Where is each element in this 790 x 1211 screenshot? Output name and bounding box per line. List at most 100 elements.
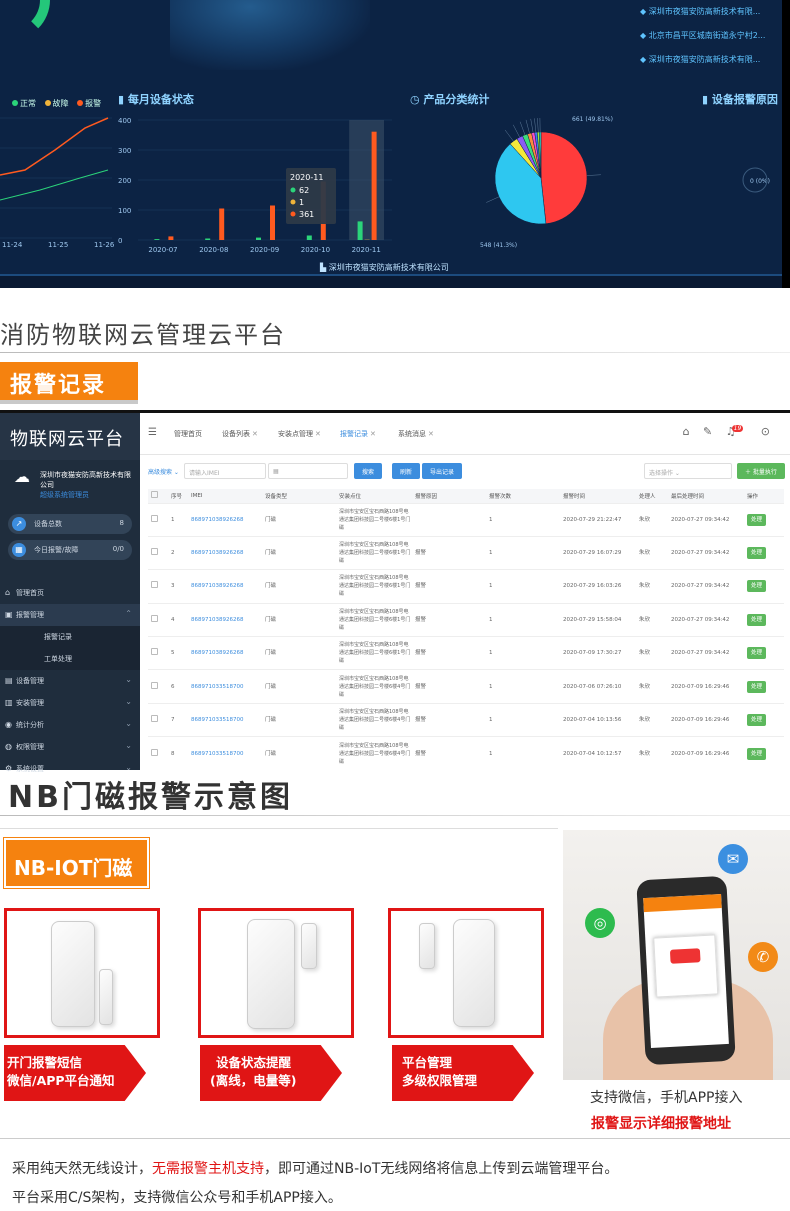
pie-label: 548 (41.3%)	[480, 242, 517, 249]
cell-type: 门磁	[262, 569, 336, 604]
cell-last: 2020-07-27 09:34:42	[668, 569, 744, 604]
cell-handler: 朱欣	[636, 636, 668, 670]
tab-device-list[interactable]: 设备列表 ✕	[222, 429, 258, 439]
handle-button[interactable]: 处理	[747, 714, 767, 727]
handle-button[interactable]: 处理	[747, 747, 767, 760]
sidebar-item[interactable]: ◍ 权限管理 ⌄	[0, 736, 140, 758]
tooltip-value: 1	[299, 198, 304, 207]
sidebar-item[interactable]: ⌂ 管理首页	[0, 582, 140, 604]
handle-button[interactable]: 处理	[747, 580, 767, 593]
select-all-checkbox[interactable]	[151, 491, 158, 499]
cell-last: 2020-07-09 16:29:46	[668, 702, 744, 737]
sidebar-menu: ⌂ 管理首页 ▣ 报警管理 ⌃ 报警记录 工单处理 ▤ 设备管理 ⌄ ▥ 安装管理 ⌄ ◉ 统计分析 ⌄ ◍ 权限…	[0, 582, 140, 780]
table-row[interactable]: 6 868971033518700 门磁 深圳市宝安区宝石西路108号电通达集团科技园…	[148, 669, 784, 704]
row-checkbox[interactable]	[151, 548, 158, 556]
bell-icon[interactable]: ♫19	[726, 425, 748, 438]
handle-button[interactable]: 处理	[747, 613, 767, 626]
imei-input[interactable]: 请输入IMEI	[184, 463, 266, 479]
feature-arrow-3: 平台管理 多级权限管理	[392, 1045, 534, 1101]
bar	[306, 235, 312, 240]
cell-imei[interactable]: 868971038926268	[188, 569, 262, 604]
cell-time: 2020-07-29 16:07:29	[560, 535, 636, 570]
sidebar-item[interactable]: ▣ 报警管理 ⌃	[0, 604, 140, 626]
table-row[interactable]: 2 868971038926268 门磁 深圳市宝安区宝石西路108号电通达集团科技园…	[148, 535, 784, 570]
batch-select[interactable]: 选择操作 ⌄	[644, 463, 732, 479]
table-row[interactable]: 1 868971038926268 门磁 深圳市宝安区宝石西路108号电通达集团科技园…	[148, 502, 784, 537]
stat-device-total: ↗ 设备总数 8	[8, 514, 132, 534]
divider	[0, 352, 790, 353]
sidebar-item[interactable]: ▥ 安装管理 ⌄	[0, 692, 140, 714]
row-checkbox[interactable]	[151, 648, 158, 656]
table-row[interactable]: 4 868971038926268 门磁 深圳市宝安区宝石西路108号电通达集团科技园…	[148, 602, 784, 637]
close-icon: ✕	[252, 430, 258, 438]
cell-imei[interactable]: 868971033518700	[188, 669, 262, 704]
cell-imei[interactable]: 868971038926268	[188, 535, 262, 570]
sidebar-subitem[interactable]: 工单处理	[0, 648, 140, 670]
table-row[interactable]: 3 868971038926268 门磁 深圳市宝安区宝石西路108号电通达集团科技园…	[148, 569, 784, 604]
cell-handler: 朱欣	[636, 602, 668, 637]
sidebar-company: ☁ 深圳市夜猫安防高新技术有限公司 超级系统管理员	[14, 467, 131, 500]
cell-time: 2020-07-09 17:30:27	[560, 636, 636, 670]
home-icon[interactable]: ⌂	[683, 425, 690, 438]
date-input[interactable]: ▦	[268, 463, 348, 479]
column-header: 最后处理时间	[668, 489, 744, 503]
description-line-1: 采用纯天然无线设计，无需报警主机支持，即可通过NB-IoT无线网络将信息上传到云…	[12, 1161, 619, 1177]
cloud-icon: ☁	[14, 467, 30, 486]
handle-button[interactable]: 处理	[747, 647, 767, 660]
tab-home[interactable]: 管理首页	[174, 429, 202, 439]
cell-loc: 深圳市宝安区宝石西路108号电通达集团科技园二号楼6楼1号门磁	[336, 502, 412, 537]
phone-photo: ✉ ◎ ✆	[563, 830, 790, 1080]
settings-icon[interactable]: ⊙	[761, 425, 770, 438]
search-type-select[interactable]: 高级搜索 ⌄	[148, 467, 179, 476]
hamburger-icon[interactable]: ☰	[148, 427, 157, 438]
cell-imei[interactable]: 868971033518700	[188, 702, 262, 737]
divider	[0, 828, 558, 829]
phone-icon: ✆	[748, 942, 778, 972]
table-row[interactable]: 8 868971033518700 门磁 深圳市宝安区宝石西路108号电通达集团科技园…	[148, 736, 784, 771]
pie-leader	[537, 118, 539, 133]
tab-system-messages[interactable]: 系统消息 ✕	[398, 429, 434, 439]
column-header: IMEI	[188, 489, 262, 503]
table-row[interactable]: 7 868971033518700 门磁 深圳市宝安区宝石西路108号电通达集团科技园…	[148, 702, 784, 737]
edit-icon[interactable]: ✎	[703, 425, 712, 438]
sidebar-item[interactable]: ▤ 设备管理 ⌄	[0, 670, 140, 692]
table-row[interactable]: 5 868971038926268 门磁 深圳市宝安区宝石西路108号电通达集团科技园…	[148, 636, 784, 670]
cell-handler: 朱欣	[636, 569, 668, 604]
sidebar-item[interactable]: ◉ 统计分析 ⌄	[0, 714, 140, 736]
close-icon: ✕	[370, 430, 376, 438]
column-header: 报警次数	[486, 489, 560, 503]
admin-screenshot: 物联网云平台 ☁ 深圳市夜猫安防高新技术有限公司 超级系统管理员 ↗ 设备总数 8…	[0, 410, 790, 773]
chevron-icon: ⌄	[125, 697, 132, 706]
pie-leader	[504, 129, 514, 142]
row-checkbox[interactable]	[151, 715, 158, 723]
refresh-button[interactable]: 刷新	[392, 463, 421, 479]
bar	[256, 237, 261, 240]
cell-last: 2020-07-09 16:29:46	[668, 736, 744, 771]
cell-handler: 朱欣	[636, 669, 668, 704]
sidebar-subitem[interactable]: 报警记录	[0, 626, 140, 648]
row-checkbox[interactable]	[151, 614, 158, 622]
batch-exec-button[interactable]: ＋ 批量执行	[737, 463, 785, 479]
table-header: 序号 IMEI 设备类型 安装点位 报警原因 报警次数 报警时间 处理人 最后处…	[148, 489, 784, 503]
cell-imei[interactable]: 868971038926268	[188, 636, 262, 670]
handle-button[interactable]: 处理	[747, 547, 767, 560]
cell-count: 1	[486, 636, 560, 670]
row-checkbox[interactable]	[151, 748, 158, 756]
cell-imei[interactable]: 868971038926268	[188, 502, 262, 537]
handle-button[interactable]: 处理	[747, 513, 767, 526]
row-checkbox[interactable]	[151, 581, 158, 589]
bar	[270, 205, 275, 240]
export-button[interactable]: 导出记录	[422, 463, 463, 479]
cell-handler: 朱欣	[636, 736, 668, 771]
tab-alarm-records[interactable]: 报警记录 ✕	[340, 429, 376, 439]
row-checkbox[interactable]	[151, 681, 158, 689]
handle-button[interactable]: 处理	[747, 680, 767, 693]
row-checkbox[interactable]	[151, 514, 158, 522]
tab-install-points[interactable]: 安装点管理 ✕	[278, 429, 321, 439]
search-button[interactable]: 搜索	[354, 463, 383, 479]
cell-imei[interactable]: 868971038926268	[188, 602, 262, 637]
cell-loc: 深圳市宝安区宝石西路108号电通达集团科技园二号楼6楼1号门磁	[336, 569, 412, 604]
bar	[205, 238, 211, 240]
cell-imei[interactable]: 868971033518700	[188, 736, 262, 771]
column-header: 序号	[168, 489, 188, 503]
